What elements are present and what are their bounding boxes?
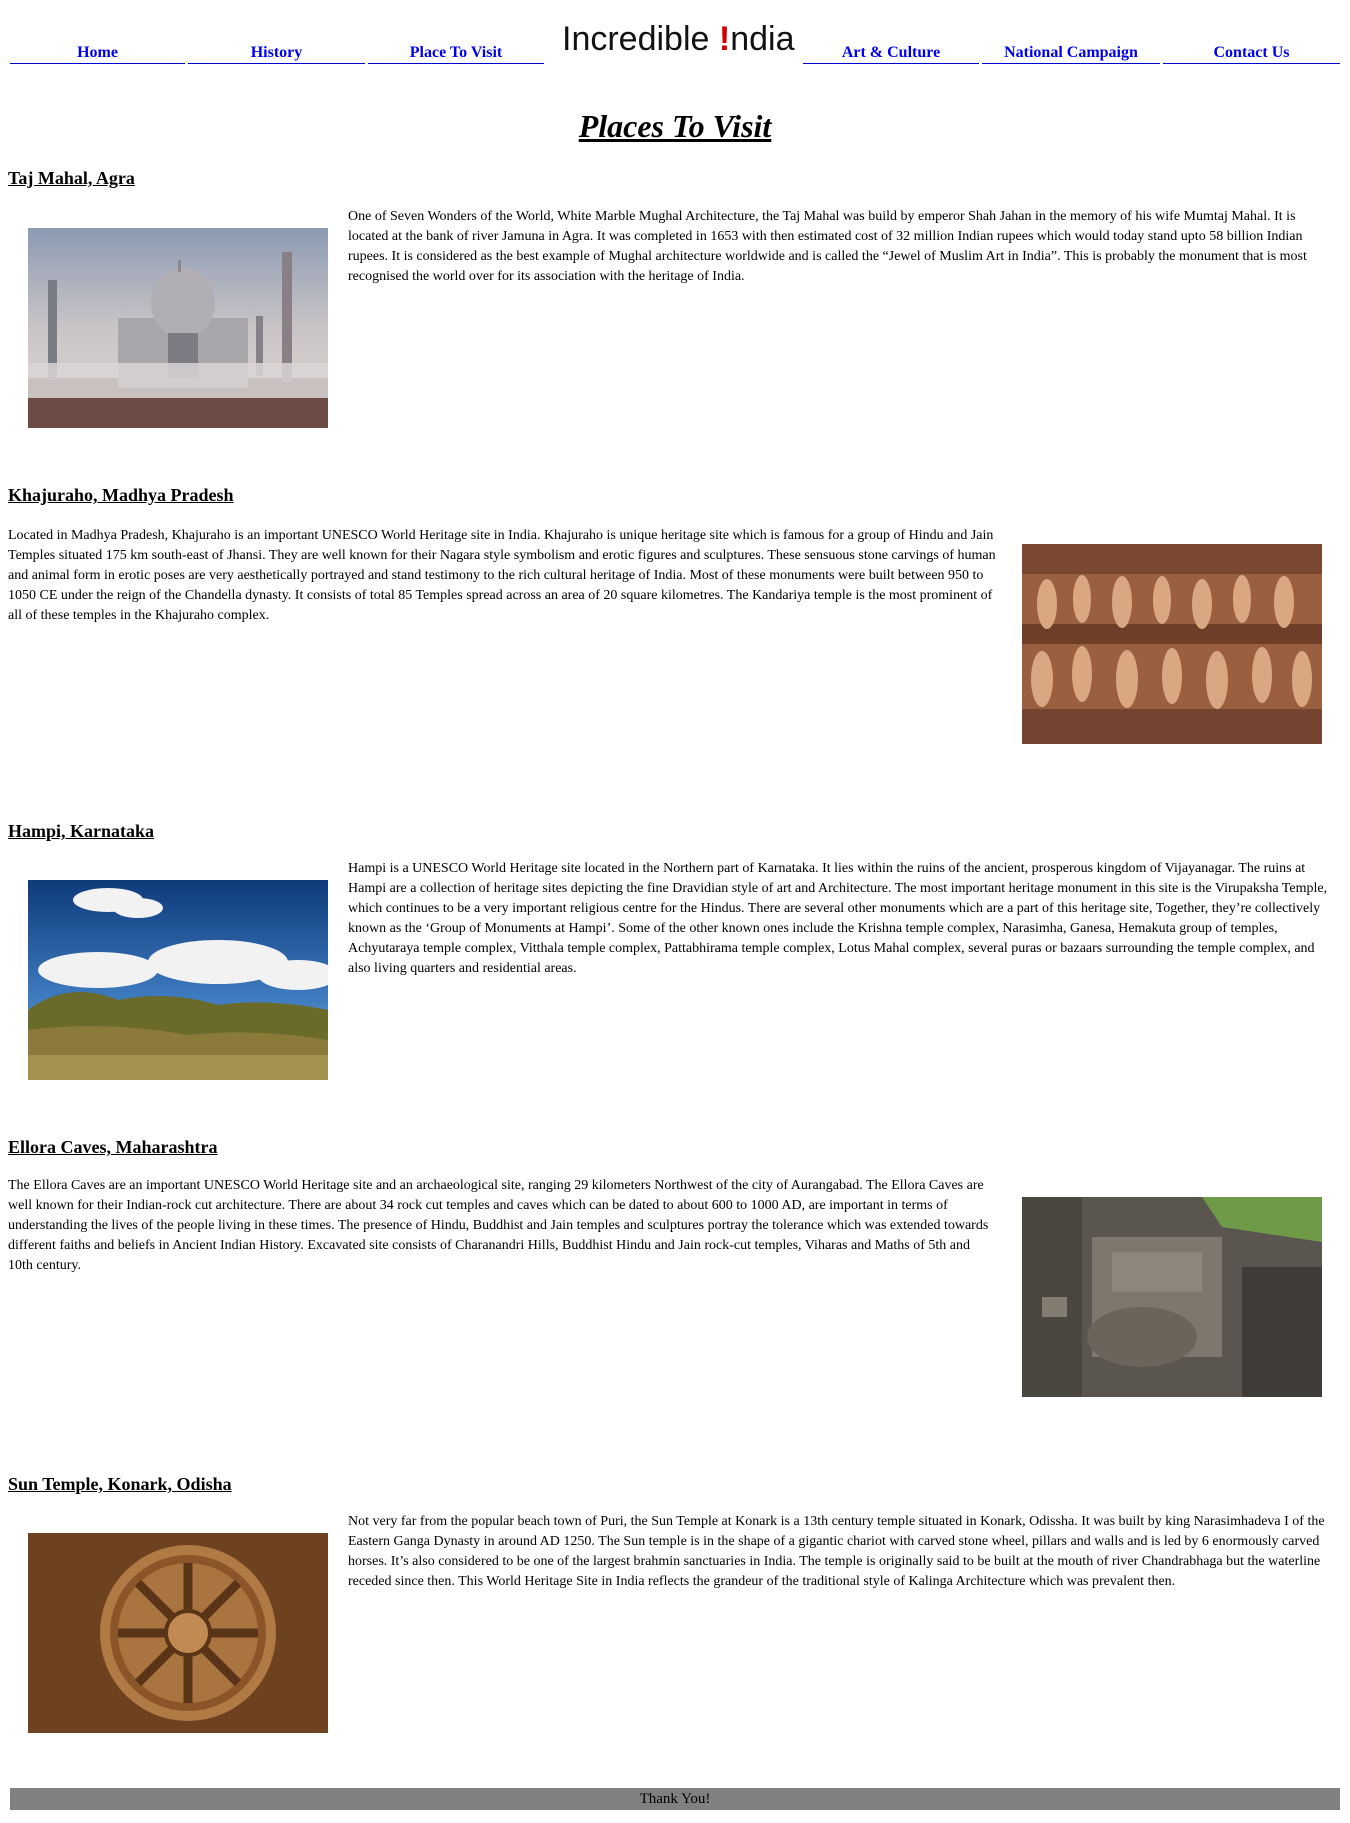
taj-mahal-description: One of Seven Wonders of the World, White… [348,209,1307,284]
page-title: Places To Visit [578,108,772,144]
footer-text: Thank You! [639,1791,711,1807]
sun-temple-description: Not very far from the popular beach town… [348,1514,1325,1589]
section-title-ellora-caves: Ellora Caves, Maharashtra [8,1137,218,1157]
nav-contact-us-link[interactable]: Contact Us [1163,43,1340,64]
nav-history-link[interactable]: History [188,43,365,64]
logo-text-post: ndia [730,20,795,58]
sun-temple-image [28,1533,328,1733]
section-title-khajuraho: Khajuraho, Madhya Pradesh [8,485,234,505]
nav-place-to-visit-link[interactable]: Place To Visit [368,43,544,64]
khajuraho-image [1022,544,1322,744]
incredible-india-logo: Incredible !ndia [562,14,795,64]
top-navigation: Home History Place To Visit Incredible !… [0,0,1350,70]
logo-exclamation: ! [718,20,731,58]
nav-home-link[interactable]: Home [10,43,185,64]
section-title-sun-temple: Sun Temple, Konark, Odisha [8,1474,232,1494]
nav-art-culture-link[interactable]: Art & Culture [803,43,979,64]
footer-bar: Thank You! [10,1788,1340,1810]
ellora-caves-image [1022,1197,1322,1397]
hampi-image [28,880,328,1080]
section-title-taj-mahal: Taj Mahal, Agra [8,168,135,188]
khajuraho-description: Located in Madhya Pradesh, Khajuraho is … [8,528,996,623]
taj-mahal-image [28,228,328,428]
logo-text-pre: Incredible [562,20,719,58]
ellora-caves-description: The Ellora Caves are an important UNESCO… [8,1178,989,1273]
section-title-hampi: Hampi, Karnataka [8,821,155,841]
hampi-description: Hampi is a UNESCO World Heritage site lo… [348,861,1328,976]
nav-national-campaign-link[interactable]: National Campaign [982,43,1160,64]
